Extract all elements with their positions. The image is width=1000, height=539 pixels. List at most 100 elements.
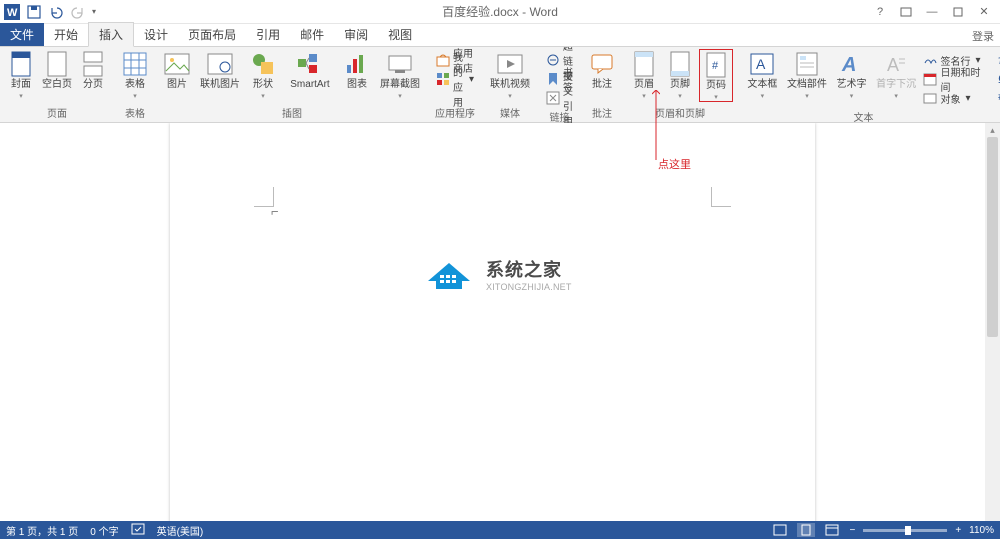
tab-mailings[interactable]: 邮件 (290, 23, 334, 46)
screenshot-icon (387, 51, 413, 77)
tab-file[interactable]: 文件 (0, 23, 44, 46)
blank-page-button[interactable]: 空白页 (40, 49, 74, 90)
watermark-logo-icon (422, 251, 476, 296)
header-icon (631, 51, 657, 77)
comment-button[interactable]: 批注 (585, 49, 619, 90)
redo-icon[interactable] (70, 4, 86, 20)
cover-page-icon (8, 51, 34, 77)
object-icon (923, 91, 937, 105)
annotation-text: 点这里 (658, 156, 691, 172)
tab-home[interactable]: 开始 (44, 23, 88, 46)
svg-text:A: A (841, 54, 856, 75)
status-page[interactable]: 第 1 页，共 1 页 (6, 523, 78, 538)
group-text: A 文本框▾ 文档部件▾ A 艺术字▾ A 首字下沉▾ 签名行▾ 日期和时间 对… (737, 47, 990, 122)
zoom-out-button[interactable]: − (849, 525, 855, 536)
smartart-button[interactable]: SmartArt (282, 49, 338, 90)
table-icon (122, 51, 148, 77)
group-media: 联机视频▾ 媒体 (482, 47, 538, 122)
online-video-button[interactable]: 联机视频▾ (486, 49, 534, 100)
datetime-icon (923, 72, 937, 86)
svg-text:A: A (887, 55, 899, 75)
picture-button[interactable]: 图片 (160, 49, 194, 90)
qat-caret-icon[interactable]: ▾ (92, 7, 96, 16)
symbol-button[interactable]: Ω符号▾ (994, 70, 1000, 88)
watermark-cn: 系统之家 (486, 256, 572, 282)
scrollbar-thumb[interactable] (987, 137, 998, 337)
group-text-label: 文本 (854, 109, 874, 124)
ribbon: 封面▾ 空白页 分页 页面 表格▾ 表格 图 (0, 47, 1000, 123)
save-icon[interactable] (26, 4, 42, 20)
blank-page-icon (44, 51, 70, 77)
object-button[interactable]: 对象▾ (919, 89, 986, 107)
footer-icon (667, 51, 693, 77)
online-picture-button[interactable]: 联机图片 (196, 49, 244, 90)
svg-text:A: A (756, 56, 766, 72)
maximize-button[interactable] (946, 3, 970, 21)
vertical-scrollbar[interactable]: ▴ (985, 123, 1000, 521)
document-area: ⌐ 系统之家 XITONGZHIJIA.NET (0, 123, 1000, 521)
shapes-button[interactable]: 形状▾ (246, 49, 280, 100)
wordart-button[interactable]: A 艺术字▾ (830, 49, 873, 100)
group-apps: 应用商店 我的应用▾ 应用程序 (428, 47, 482, 122)
group-page: 封面▾ 空白页 分页 页面 (0, 47, 114, 122)
datetime-button[interactable]: 日期和时间 (919, 70, 986, 88)
text-cursor: ⌐ (271, 204, 279, 219)
minimize-button[interactable]: — (920, 3, 944, 21)
help-icon[interactable]: ? (868, 3, 892, 21)
zoom-in-button[interactable]: + (955, 525, 961, 536)
sign-in-link[interactable]: 登录 (972, 28, 994, 44)
chart-button[interactable]: 图表 (340, 49, 374, 90)
group-headerfooter-label: 页眉和页脚 (655, 105, 705, 120)
document-page[interactable]: ⌐ 系统之家 XITONGZHIJIA.NET (170, 123, 815, 521)
page-break-button[interactable]: 分页 (76, 49, 110, 90)
status-language[interactable]: 英语(美国) (157, 523, 204, 538)
online-picture-icon (207, 51, 233, 77)
ribbon-display-icon[interactable] (894, 3, 918, 21)
tab-design[interactable]: 设计 (134, 23, 178, 46)
svg-text:W: W (7, 7, 18, 19)
number-button[interactable]: #编号 (994, 89, 1000, 107)
wordart-icon: A (839, 51, 865, 77)
video-icon (497, 51, 523, 77)
group-comments-label: 批注 (592, 105, 612, 120)
status-proof-icon[interactable] (131, 523, 145, 538)
screenshot-button[interactable]: 屏幕截图▾ (376, 49, 424, 100)
tab-insert[interactable]: 插入 (88, 22, 134, 47)
tab-layout[interactable]: 页面布局 (178, 23, 246, 46)
group-headerfooter: 页眉▾ 页脚▾ # 页码▾ 页眉和页脚 (623, 47, 737, 122)
chart-icon (344, 51, 370, 77)
tab-view[interactable]: 视图 (378, 23, 422, 46)
textbox-button[interactable]: A 文本框▾ (741, 49, 784, 100)
zoom-slider[interactable] (863, 529, 947, 532)
footer-button[interactable]: 页脚▾ (663, 49, 697, 100)
textbox-icon: A (749, 51, 775, 77)
myapps-button[interactable]: 我的应用▾ (432, 70, 478, 88)
dropcap-button[interactable]: A 首字下沉▾ (875, 49, 918, 100)
window-title: 百度经验.docx - Word (442, 3, 558, 20)
view-read-icon[interactable] (771, 523, 789, 537)
tab-review[interactable]: 审阅 (334, 23, 378, 46)
cover-page-button[interactable]: 封面▾ (4, 49, 38, 100)
close-button[interactable]: ✕ (972, 3, 996, 21)
svg-text:#: # (712, 60, 719, 72)
undo-icon[interactable] (48, 4, 64, 20)
group-symbols: π公式▾ Ω符号▾ #编号 符号 (990, 47, 1000, 122)
table-button[interactable]: 表格▾ (118, 49, 152, 100)
dropcap-icon: A (883, 51, 909, 77)
word-app-icon: W (4, 4, 20, 20)
bookmark-icon (546, 72, 560, 86)
zoom-level[interactable]: 110% (969, 525, 994, 536)
equation-button[interactable]: π公式▾ (994, 51, 1000, 69)
shapes-icon (250, 51, 276, 77)
page-number-button[interactable]: # 页码▾ (699, 49, 733, 102)
crossref-button[interactable]: 交叉引用 (542, 89, 577, 107)
page-break-icon (80, 51, 106, 77)
title-bar: W ▾ 百度经验.docx - Word ? — ✕ (0, 0, 1000, 24)
view-web-icon[interactable] (823, 523, 841, 537)
status-wordcount[interactable]: 0 个字 (90, 523, 118, 538)
quickparts-button[interactable]: 文档部件▾ (786, 49, 829, 100)
tab-references[interactable]: 引用 (246, 23, 290, 46)
signature-icon (923, 53, 937, 67)
view-print-icon[interactable] (797, 523, 815, 537)
scroll-up-icon[interactable]: ▴ (985, 123, 1000, 137)
